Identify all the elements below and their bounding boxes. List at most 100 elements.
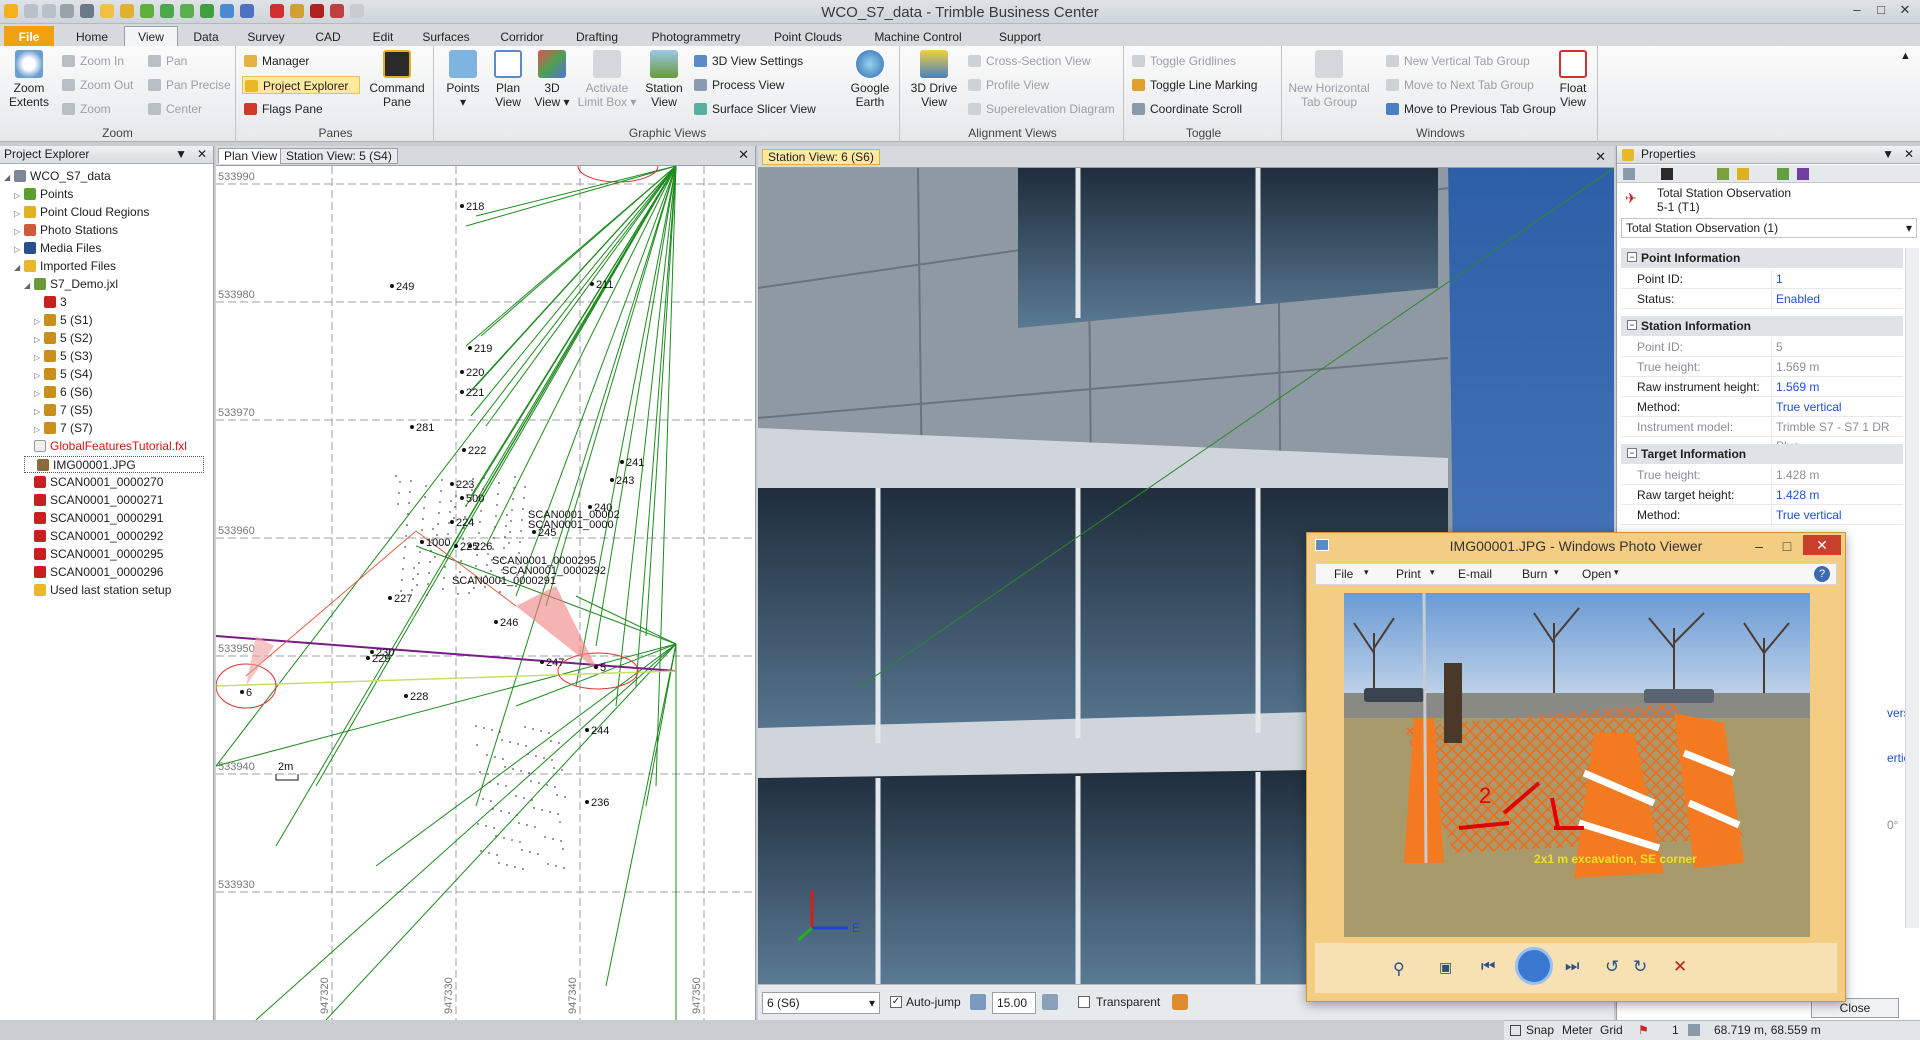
menu-email[interactable]: E-mail [1458,567,1492,581]
property-value[interactable]: Enabled [1771,290,1903,309]
3d-drive-view-button[interactable]: 3D Drive View [906,50,962,109]
menu-burn[interactable]: Burn [1522,567,1547,581]
expand-arrow-icon[interactable]: ▷ [34,367,44,384]
tree-item[interactable]: ◢ S7_Demo.jxl [24,276,118,293]
actual-size-icon[interactable]: ▣ [1439,959,1452,976]
expand-arrow-icon[interactable]: ▷ [34,385,44,402]
maximize-icon[interactable]: □ [1775,533,1799,559]
tree-item[interactable]: ◢ Imported Files [14,258,116,275]
delete-icon[interactable]: ✕ [1673,957,1687,977]
tab-support[interactable]: Support [980,26,1060,46]
tree-item[interactable]: ▷ Photo Stations [14,222,118,239]
cross-section-view-button[interactable]: Cross-Section View [966,52,1090,70]
menu-print[interactable]: Print [1396,567,1421,581]
flag-icon[interactable]: ⚑ [1638,1021,1649,1040]
tree-item[interactable]: ▷ 5 (S4) [34,366,93,383]
points-button[interactable]: Points ▾ [442,50,484,109]
expand-arrow-icon[interactable]: ▷ [14,187,24,204]
expand-arrow-icon[interactable]: ◢ [24,277,34,294]
object-selector[interactable]: Total Station Observation (1) ▾ [1621,218,1917,238]
flags-pane-button[interactable]: Flags Pane [242,100,323,118]
transparent-checkbox[interactable] [1078,996,1090,1008]
plan-canvas[interactable]: 533990 533980 533970 533960 533950 533940 5339… [216,166,755,1020]
step-input[interactable]: 15.00 [992,992,1036,1014]
collapse-ribbon-icon[interactable]: ▲ [1900,50,1916,66]
help-icon[interactable]: ? [1814,566,1830,582]
expand-arrow-icon[interactable]: ▷ [14,241,24,258]
tree-item[interactable]: SCAN0001_0000296 [24,564,163,581]
grid-label[interactable]: Grid [1600,1021,1623,1040]
expand-arrow-icon[interactable]: ▷ [34,331,44,348]
superelevation-diagram-button[interactable]: Superelevation Diagram [966,100,1115,118]
tree-item[interactable]: ▷ 5 (S1) [34,312,93,329]
menu-open[interactable]: Open [1582,567,1611,581]
minimize-icon[interactable]: – [1747,533,1771,559]
tab-data[interactable]: Data [180,26,232,46]
close-tab-icon[interactable]: ✕ [1595,149,1606,165]
tree-item[interactable]: SCAN0001_0000295 [24,546,163,563]
snap-label[interactable]: Snap [1526,1021,1554,1040]
zoom-button[interactable]: Zoom [60,100,111,118]
project-explorer-button[interactable]: Project Explorer [242,76,360,94]
pan-precise-button[interactable]: Pan Precise [146,76,231,94]
chart-icon[interactable] [1797,168,1809,180]
property-value[interactable]: 1.428 m [1771,486,1903,505]
float-view-button[interactable]: Float View [1552,50,1594,109]
property-value[interactable]: 1.569 m [1771,378,1903,397]
zoom-in-button[interactable]: Zoom In [60,52,124,70]
coordinate-scroll-button[interactable]: Coordinate Scroll [1130,100,1242,118]
minimize-icon[interactable]: – [1846,2,1868,20]
tree-item[interactable]: ▷ 5 (S2) [34,330,93,347]
3d-view-button[interactable]: 3D View ▾ [532,50,572,109]
toggle-gridlines-button[interactable]: Toggle Gridlines [1130,52,1236,70]
tree-item[interactable]: ▷ Points [14,186,73,203]
new-horizontal-tab-group-button[interactable]: New Horizontal Tab Group [1288,50,1370,109]
tree-item[interactable]: IMG00001.JPG [24,456,204,473]
property-section-header[interactable]: Target Information [1621,444,1903,464]
viewer-photo[interactable]: 2 2x1 m excavation, SE corner [1344,593,1810,937]
tree-item[interactable]: ▷ Point Cloud Regions [14,204,149,221]
property-section-header[interactable]: Point Information [1621,248,1903,268]
manager-button[interactable]: Manager [242,52,309,70]
tab-photogrammetry[interactable]: Photogrammetry [636,26,756,46]
close-tab-icon[interactable]: ✕ [738,147,749,163]
plan-view-button[interactable]: Plan View [488,50,528,109]
tab-surfaces[interactable]: Surfaces [412,26,480,46]
properties-scrollbar[interactable] [1905,248,1919,928]
expand-arrow-icon[interactable]: ▷ [34,313,44,330]
tab-point-clouds[interactable]: Point Clouds [760,26,856,46]
zoom-to-icon[interactable] [1717,168,1729,180]
tab-survey[interactable]: Survey [236,26,296,46]
tree-item[interactable]: ▷ 7 (S5) [34,402,93,419]
color-picker-icon[interactable] [1172,994,1188,1010]
tree-item[interactable]: SCAN0001_0000271 [24,492,163,509]
profile-view-button[interactable]: Profile View [966,76,1049,94]
tab-drafting[interactable]: Drafting [562,26,632,46]
tab-station-view-s6[interactable]: Station View: 6 (S6) [762,149,880,165]
expand-arrow-icon[interactable]: ◢ [4,169,14,186]
close-window-icon[interactable]: ✕ [1894,2,1916,20]
move-next-tab-group-button[interactable]: Move to Next Tab Group [1384,76,1534,94]
tree-item[interactable]: ▷ 5 (S3) [34,348,93,365]
property-value[interactable]: True vertical [1771,506,1903,525]
collapse-icon[interactable]: − [1627,320,1637,330]
tab-corridor[interactable]: Corridor [484,26,560,46]
edit-icon[interactable] [1777,168,1789,180]
station-select[interactable]: 6 (S6) ▾ [762,992,880,1014]
tab-plan-view[interactable]: Plan View [218,148,284,164]
filter-icon[interactable] [1661,168,1673,180]
sort-icon[interactable] [1623,168,1635,180]
photo-viewer-window[interactable]: IMG00001.JPG - Windows Photo Viewer – □ … [1306,532,1846,1002]
tab-home[interactable]: Home [62,26,122,46]
slideshow-icon[interactable] [1515,947,1553,985]
tab-file[interactable]: File [4,26,54,46]
next-icon[interactable]: ⏭ [1565,958,1579,976]
tree-item[interactable]: ▷ 7 (S7) [34,420,93,437]
unit-label[interactable]: Meter [1562,1021,1593,1040]
expand-arrow-icon[interactable]: ▷ [14,205,24,222]
camera-icon[interactable] [970,994,986,1010]
tree-item[interactable]: SCAN0001_0000291 [24,510,163,527]
zoom-extents-button[interactable]: Zoom Extents [4,50,54,109]
toggle-line-marking-button[interactable]: Toggle Line Marking [1130,76,1257,94]
activate-limit-box-button[interactable]: Activate Limit Box ▾ [576,50,638,109]
